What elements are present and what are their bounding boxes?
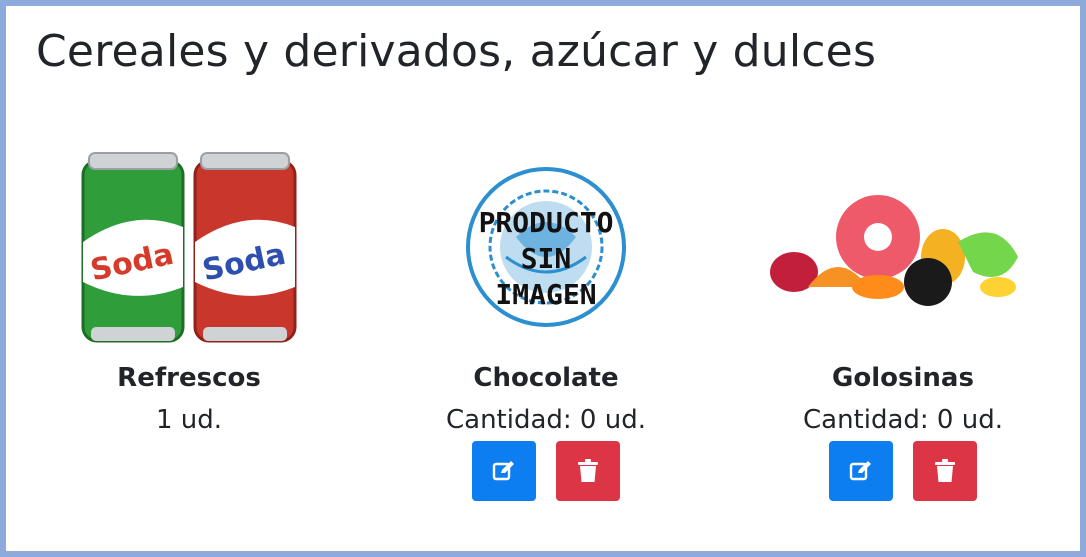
edit-button[interactable] [829,441,893,501]
delete-button[interactable] [556,441,620,501]
trash-icon [935,459,955,482]
edit-icon [849,461,871,481]
product-image-candies[interactable] [753,144,1053,349]
product-image-placeholder[interactable]: PRODUCTO SIN IMAGEN [396,144,696,349]
edit-icon [492,461,514,481]
product-card-refrescos: Soda Soda Refrescos 1 ud. [39,144,339,435]
delete-button[interactable] [913,441,977,501]
product-card-chocolate: PRODUCTO SIN IMAGEN Chocolate Cantidad: … [396,144,696,501]
product-name: Golosinas [832,363,974,393]
product-name: Chocolate [473,363,619,393]
product-actions [753,441,1053,501]
section-frame: Cereales y derivados, azúcar y dulces So… [0,0,1086,557]
product-quantity: 1 ud. [155,405,223,435]
no-image-text: PRODUCTO SIN IMAGEN [478,205,614,311]
product-card-golosinas: Golosinas Cantidad: 0 ud. [753,144,1053,501]
no-image-placeholder: PRODUCTO SIN IMAGEN [446,157,646,337]
gummy-candies-image [770,194,1018,306]
section-title: Cereales y derivados, azúcar y dulces [36,26,877,77]
product-quantity: Cantidad: 0 ud. [445,405,646,435]
product-quantity: Cantidad: 0 ud. [802,405,1003,435]
soda-cans-image: Soda Soda [81,151,297,342]
edit-button[interactable] [472,441,536,501]
trash-icon [578,459,598,482]
product-actions [396,441,696,501]
product-name: Refrescos [117,363,261,393]
product-image-soda[interactable]: Soda Soda [39,144,339,349]
